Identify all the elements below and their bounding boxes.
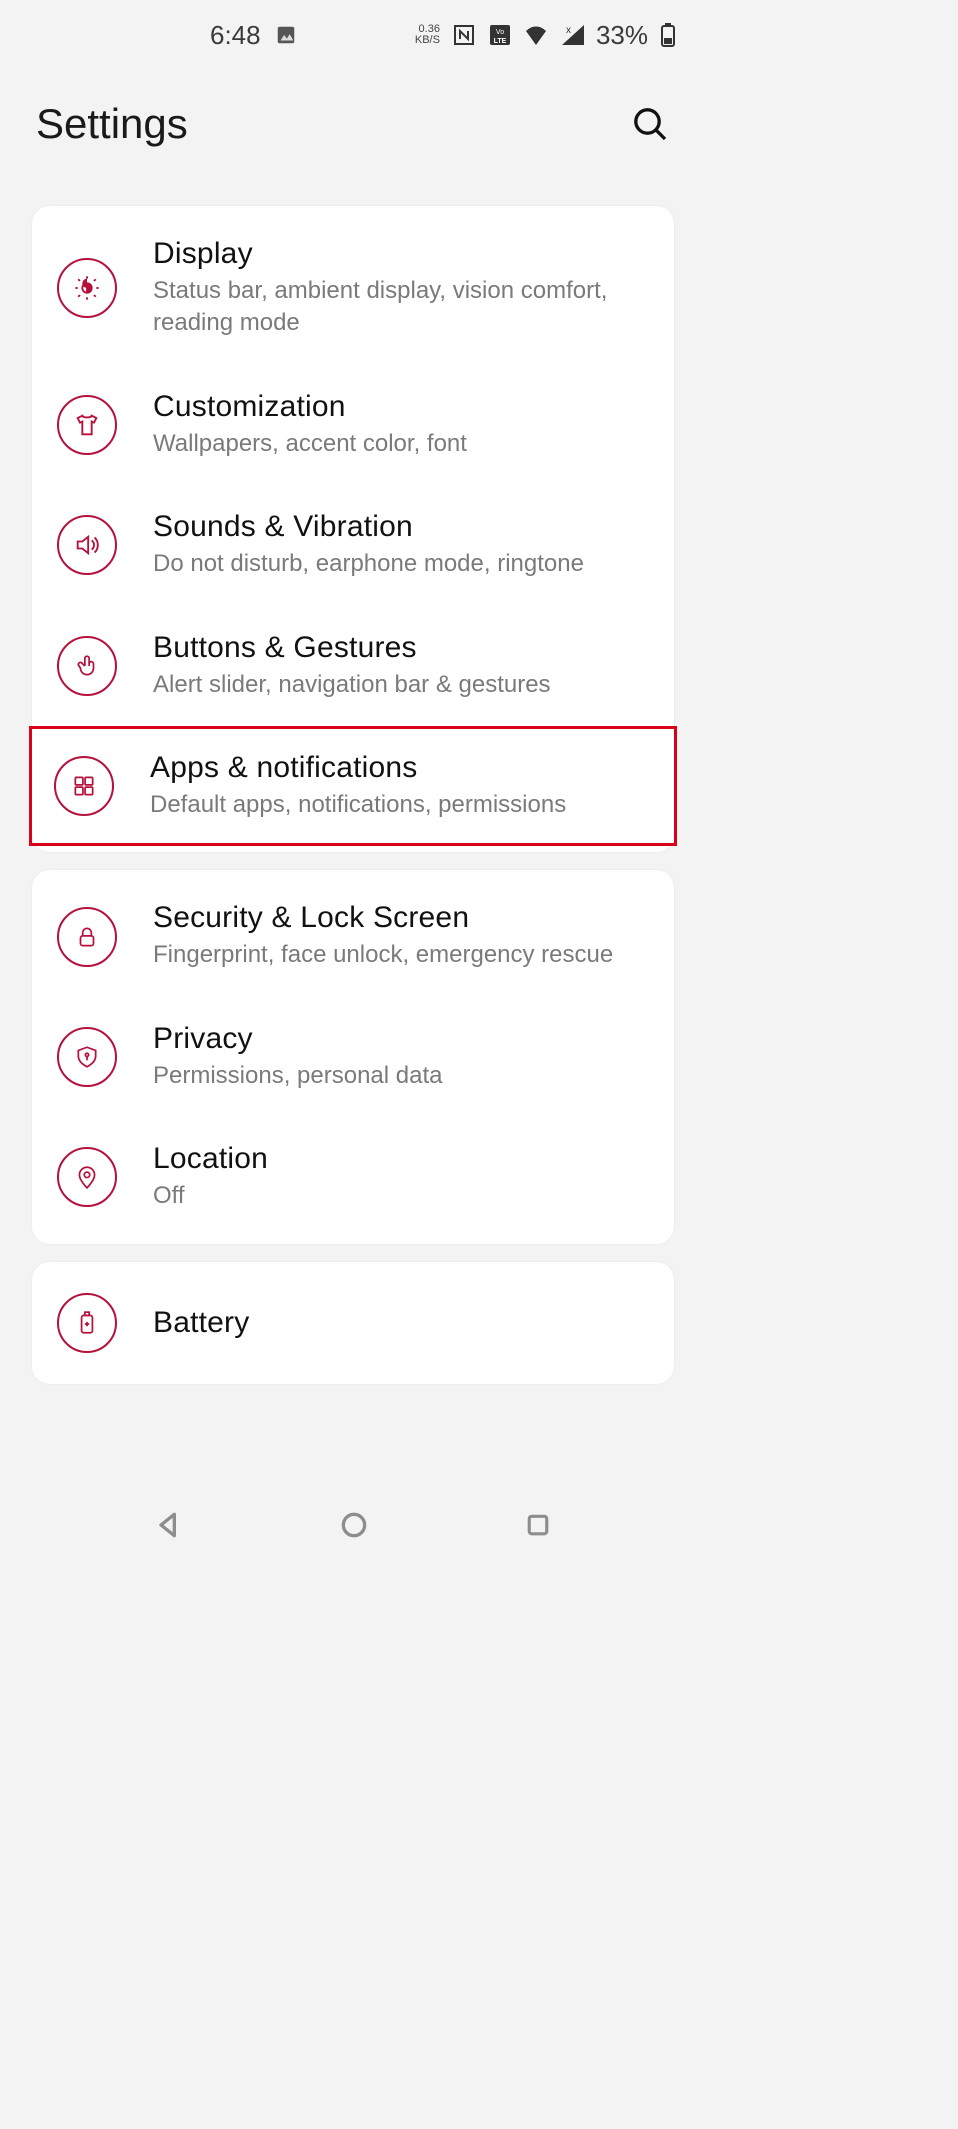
row-title: Sounds & Vibration xyxy=(153,510,584,544)
network-speed: 0.36KB/S xyxy=(415,24,440,46)
settings-customization[interactable]: Customization Wallpapers, accent color, f… xyxy=(32,365,674,485)
settings-security[interactable]: Security & Lock Screen Fingerprint, face … xyxy=(32,876,674,996)
wifi-icon xyxy=(524,25,548,45)
row-title: Buttons & Gestures xyxy=(153,631,551,665)
row-title: Apps & notifications xyxy=(150,751,566,785)
row-subtitle: Alert slider, navigation bar & gestures xyxy=(153,669,551,701)
row-subtitle: Fingerprint, face unlock, emergency resc… xyxy=(153,939,613,971)
settings-sounds[interactable]: Sounds & Vibration Do not disturb, earpho… xyxy=(32,485,674,605)
row-title: Location xyxy=(153,1142,268,1176)
row-title: Customization xyxy=(153,390,467,424)
tshirt-icon xyxy=(57,395,117,455)
shield-icon xyxy=(57,1027,117,1087)
row-title: Display xyxy=(153,237,649,271)
row-subtitle: Off xyxy=(153,1180,268,1212)
search-button[interactable] xyxy=(630,104,670,144)
page-title: Settings xyxy=(36,100,188,148)
row-subtitle: Status bar, ambient display, vision comf… xyxy=(153,275,649,340)
settings-scroll[interactable]: Display Status bar, ambient display, visi… xyxy=(0,188,706,1468)
settings-privacy[interactable]: Privacy Permissions, personal data xyxy=(32,997,674,1117)
svg-text:Vo: Vo xyxy=(496,29,504,36)
image-icon xyxy=(275,24,297,46)
svg-text:x: x xyxy=(566,25,571,36)
battery-icon xyxy=(57,1293,117,1353)
volte-icon: Vo LTE xyxy=(488,23,512,47)
gesture-icon xyxy=(57,636,117,696)
brightness-icon xyxy=(57,258,117,318)
status-time: 6:48 xyxy=(210,20,261,51)
settings-group-1: Display Status bar, ambient display, visi… xyxy=(32,206,674,852)
row-subtitle: Do not disturb, earphone mode, ringtone xyxy=(153,548,584,580)
row-title: Battery xyxy=(153,1306,249,1340)
volume-icon xyxy=(57,515,117,575)
row-title: Security & Lock Screen xyxy=(153,901,613,935)
settings-apps[interactable]: Apps & notifications Default apps, notifi… xyxy=(29,726,677,846)
row-subtitle: Default apps, notifications, permissions xyxy=(150,789,566,821)
settings-buttons[interactable]: Buttons & Gestures Alert slider, navigati… xyxy=(32,606,674,726)
settings-display[interactable]: Display Status bar, ambient display, visi… xyxy=(32,212,674,365)
nav-back[interactable] xyxy=(153,1509,185,1546)
settings-battery[interactable]: Battery xyxy=(32,1268,674,1378)
row-subtitle: Wallpapers, accent color, font xyxy=(153,428,467,460)
settings-location[interactable]: Location Off xyxy=(32,1117,674,1237)
header: Settings xyxy=(0,70,706,188)
navigation-bar xyxy=(0,1491,706,1563)
nav-home[interactable] xyxy=(338,1509,370,1546)
svg-text:LTE: LTE xyxy=(494,38,507,45)
settings-group-3: Battery xyxy=(32,1262,674,1384)
signal-icon: x xyxy=(560,25,584,45)
row-title: Privacy xyxy=(153,1022,442,1056)
settings-group-2: Security & Lock Screen Fingerprint, face … xyxy=(32,870,674,1243)
lock-icon xyxy=(57,907,117,967)
nav-recent[interactable] xyxy=(523,1510,553,1545)
battery-percent: 33% xyxy=(596,20,648,51)
location-icon xyxy=(57,1147,117,1207)
nfc-icon xyxy=(452,23,476,47)
row-subtitle: Permissions, personal data xyxy=(153,1060,442,1092)
apps-icon xyxy=(54,756,114,816)
battery-icon xyxy=(660,22,676,48)
status-bar: 6:48 0.36KB/S Vo LTE x 33% xyxy=(0,0,706,70)
